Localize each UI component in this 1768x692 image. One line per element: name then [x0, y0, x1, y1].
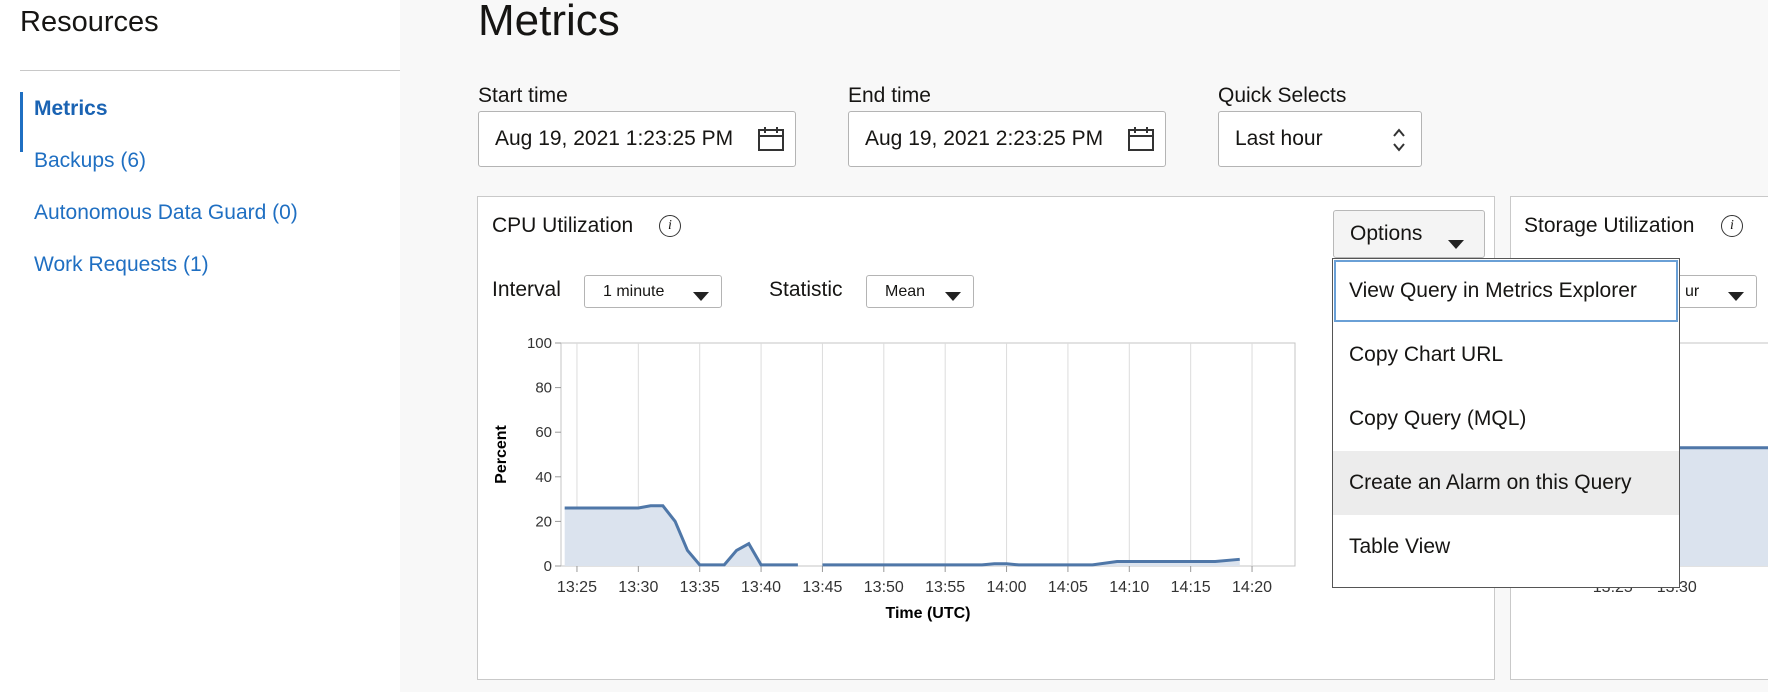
y-tick-label: 100: [527, 335, 552, 352]
y-tick-label: 40: [535, 469, 552, 486]
x-tick-label: 13:30: [618, 579, 658, 596]
page-title: Metrics: [478, 0, 620, 45]
caret-down-icon: [945, 288, 961, 306]
x-tick-label: 13:55: [925, 579, 965, 596]
sidebar-divider: [20, 70, 431, 71]
quick-selects-select[interactable]: Last hour: [1218, 111, 1422, 167]
sidebar-item-data-guard[interactable]: Autonomous Data Guard (0): [34, 201, 298, 225]
x-tick-label: 13:50: [864, 579, 904, 596]
y-tick-label: 80: [535, 380, 552, 397]
end-time-value: Aug 19, 2021 2:23:25 PM: [865, 127, 1104, 150]
sidebar-item-backups[interactable]: Backups (6): [34, 149, 146, 173]
y-axis-title: Percent: [493, 424, 510, 483]
x-axis-title: Time (UTC): [885, 605, 970, 622]
storage-select-value: ur: [1685, 283, 1700, 300]
resources-sidebar: Resources Metrics Backups (6) Autonomous…: [0, 0, 431, 692]
options-label: Options: [1350, 222, 1423, 245]
info-icon[interactable]: i: [1721, 215, 1743, 237]
start-time-label: Start time: [478, 84, 568, 107]
x-tick-label: 14:00: [987, 579, 1027, 596]
caret-down-icon: [693, 288, 709, 306]
interval-value: 1 minute: [603, 283, 665, 300]
y-tick-label: 0: [544, 558, 552, 575]
calendar-icon[interactable]: [757, 126, 785, 157]
info-icon[interactable]: i: [659, 215, 681, 237]
statistic-value: Mean: [885, 283, 926, 300]
interval-select[interactable]: 1 minute: [584, 275, 722, 308]
interval-label: Interval: [492, 278, 561, 301]
x-tick-label: 14:15: [1171, 579, 1211, 596]
end-time-label: End time: [848, 84, 931, 107]
storage-panel-title: Storage Utilization: [1524, 214, 1695, 237]
x-tick-label: 13:40: [741, 579, 781, 596]
options-button[interactable]: Options: [1333, 210, 1485, 258]
x-tick-label: 13:35: [680, 579, 720, 596]
menu-item-view-query[interactable]: View Query in Metrics Explorer: [1333, 259, 1679, 323]
calendar-icon[interactable]: [1127, 126, 1155, 157]
start-time-value: Aug 19, 2021 1:23:25 PM: [495, 127, 734, 150]
cpu-panel-title: CPU Utilization: [492, 214, 634, 237]
caret-down-icon: [1448, 231, 1464, 255]
menu-item-create-alarm[interactable]: Create an Alarm on this Query: [1333, 451, 1679, 515]
sidebar-item-work-requests[interactable]: Work Requests (1): [34, 253, 209, 277]
statistic-select[interactable]: Mean: [866, 275, 974, 308]
active-indicator: [20, 92, 23, 152]
x-tick-label: 13:45: [802, 579, 842, 596]
y-tick-label: 20: [535, 513, 552, 530]
menu-item-table-view[interactable]: Table View: [1333, 515, 1679, 579]
caret-down-icon: [1728, 288, 1744, 306]
x-tick-label: 14:05: [1048, 579, 1088, 596]
menu-item-copy-chart-url[interactable]: Copy Chart URL: [1333, 323, 1679, 387]
sidebar-title: Resources: [20, 6, 159, 38]
quick-selects-label: Quick Selects: [1218, 84, 1347, 107]
options-menu: View Query in Metrics Explorer Copy Char…: [1332, 258, 1680, 588]
updown-chevron-icon: [1391, 126, 1407, 159]
x-tick-label: 13:25: [557, 579, 597, 596]
menu-item-copy-query-mql[interactable]: Copy Query (MQL): [1333, 387, 1679, 451]
end-time-field[interactable]: Aug 19, 2021 2:23:25 PM: [848, 111, 1166, 167]
quick-selects-value: Last hour: [1235, 127, 1323, 150]
sidebar-item-metrics[interactable]: Metrics: [34, 97, 108, 121]
x-tick-label: 14:10: [1109, 579, 1149, 596]
y-tick-label: 60: [535, 424, 552, 441]
x-tick-label: 14:20: [1232, 579, 1272, 596]
cpu-utilization-chart: 13:25 13:30 13:35 13:40 13:45 13:50 13:55 14:00…: [493, 335, 1296, 622]
start-time-field[interactable]: Aug 19, 2021 1:23:25 PM: [478, 111, 796, 167]
statistic-label: Statistic: [769, 278, 843, 301]
